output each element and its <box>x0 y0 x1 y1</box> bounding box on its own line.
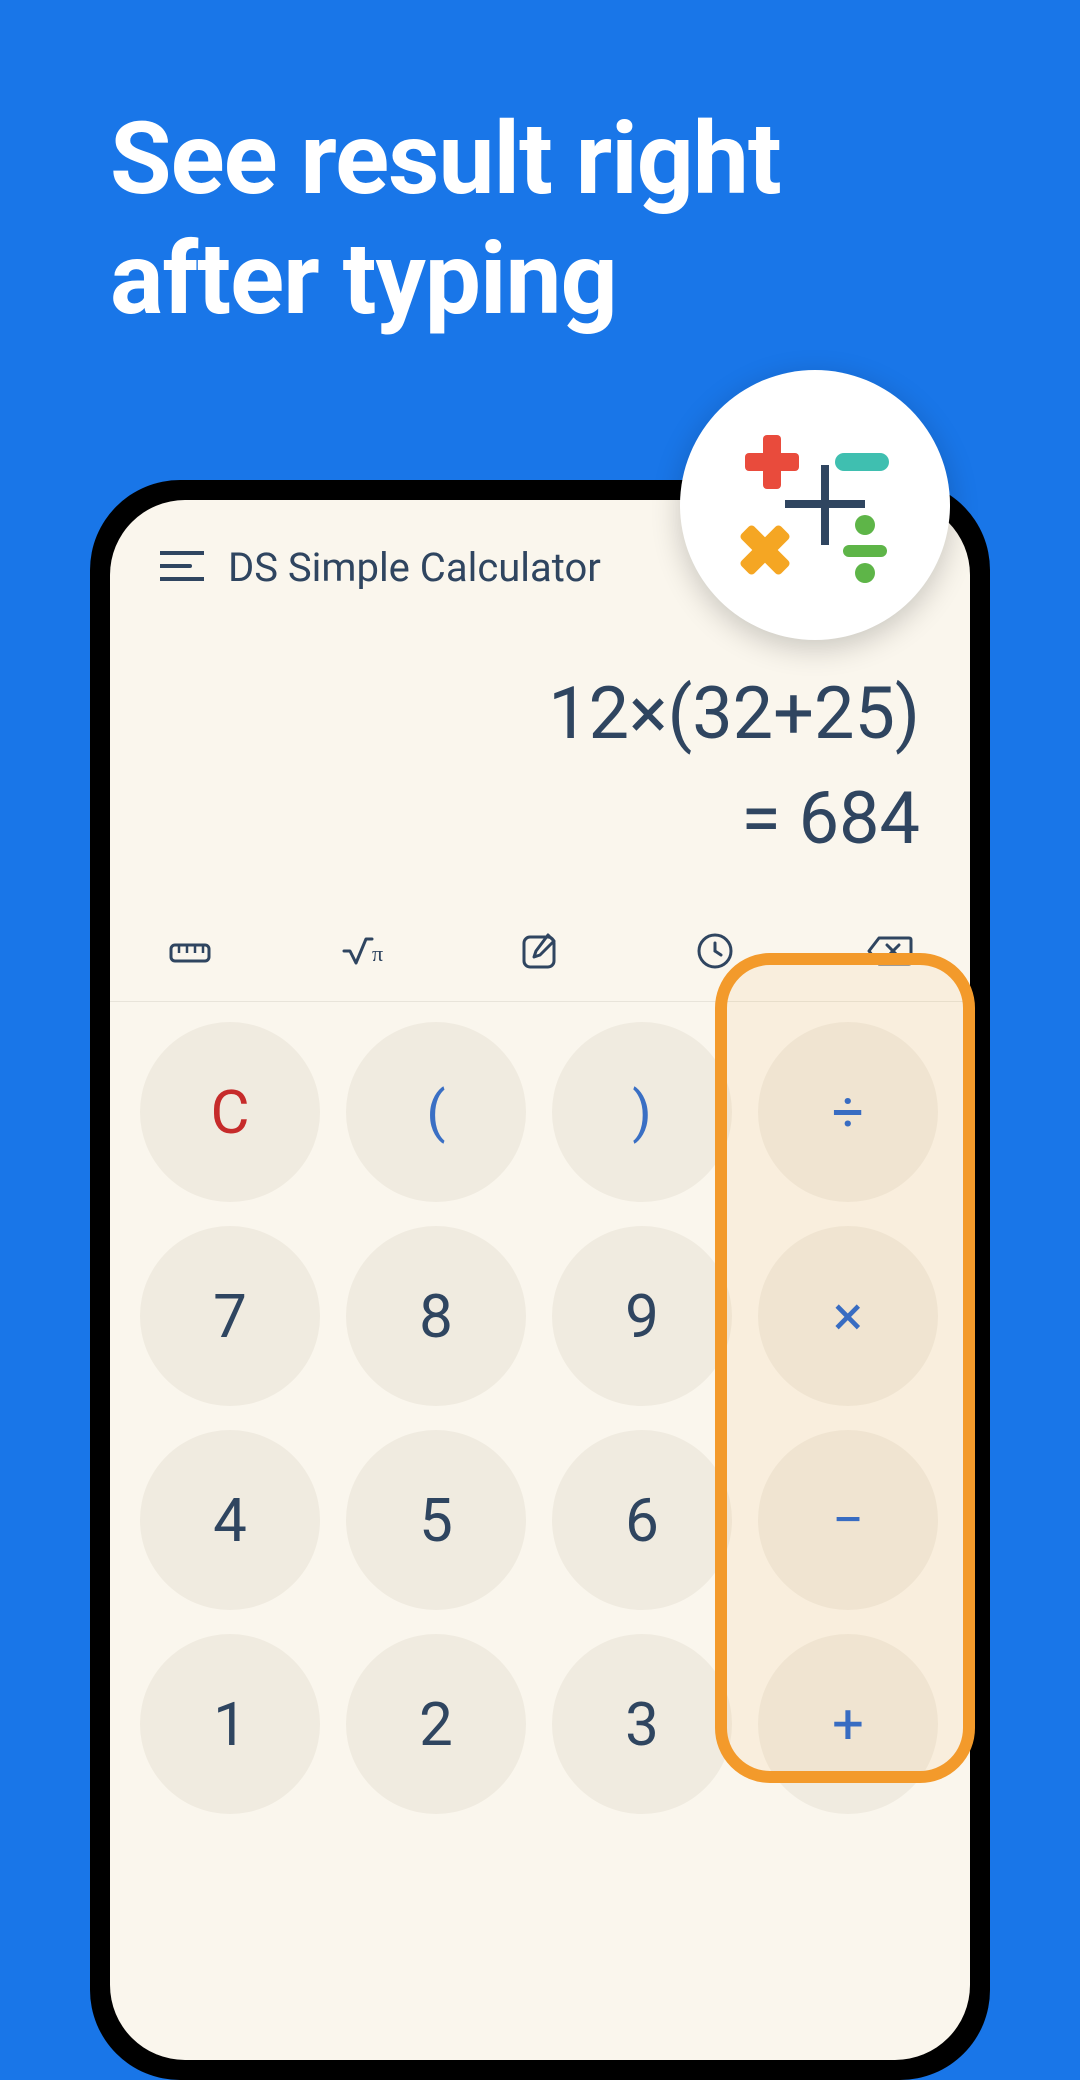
ruler-icon[interactable] <box>160 931 220 971</box>
key-5[interactable]: 5 <box>346 1430 526 1610</box>
key-multiply[interactable]: × <box>758 1226 938 1406</box>
keypad: C ( ) ÷ 7 8 9 × 4 5 6 − 1 2 3 + <box>110 1002 970 1834</box>
key-4[interactable]: 4 <box>140 1430 320 1610</box>
result-display: = 684 <box>160 776 920 861</box>
expression-display: 12×(32+25) <box>160 671 920 756</box>
key-lparen[interactable]: ( <box>346 1022 526 1202</box>
key-6[interactable]: 6 <box>552 1430 732 1610</box>
app-badge-icon <box>680 370 950 640</box>
toolbar: π <box>110 901 970 1002</box>
key-2[interactable]: 2 <box>346 1634 526 1814</box>
phone-frame: DS Simple Calculator 12×(32+25) = 684 π <box>90 480 990 2080</box>
app-title: DS Simple Calculator <box>228 544 601 591</box>
promo-headline: See result right after typing <box>0 0 1080 380</box>
display-area: 12×(32+25) = 684 <box>110 611 970 901</box>
phone-screen: DS Simple Calculator 12×(32+25) = 684 π <box>110 500 970 2060</box>
menu-icon[interactable] <box>160 549 204 587</box>
edit-icon[interactable] <box>510 931 570 971</box>
key-plus[interactable]: + <box>758 1634 938 1814</box>
key-8[interactable]: 8 <box>346 1226 526 1406</box>
key-divide[interactable]: ÷ <box>758 1022 938 1202</box>
key-9[interactable]: 9 <box>552 1226 732 1406</box>
key-rparen[interactable]: ) <box>552 1022 732 1202</box>
key-7[interactable]: 7 <box>140 1226 320 1406</box>
key-minus[interactable]: − <box>758 1430 938 1610</box>
key-1[interactable]: 1 <box>140 1634 320 1814</box>
history-icon[interactable] <box>685 931 745 971</box>
key-clear[interactable]: C <box>140 1022 320 1202</box>
sqrt-pi-icon[interactable]: π <box>335 931 395 971</box>
backspace-icon[interactable] <box>860 931 920 971</box>
key-3[interactable]: 3 <box>552 1634 732 1814</box>
svg-text:π: π <box>372 941 383 966</box>
